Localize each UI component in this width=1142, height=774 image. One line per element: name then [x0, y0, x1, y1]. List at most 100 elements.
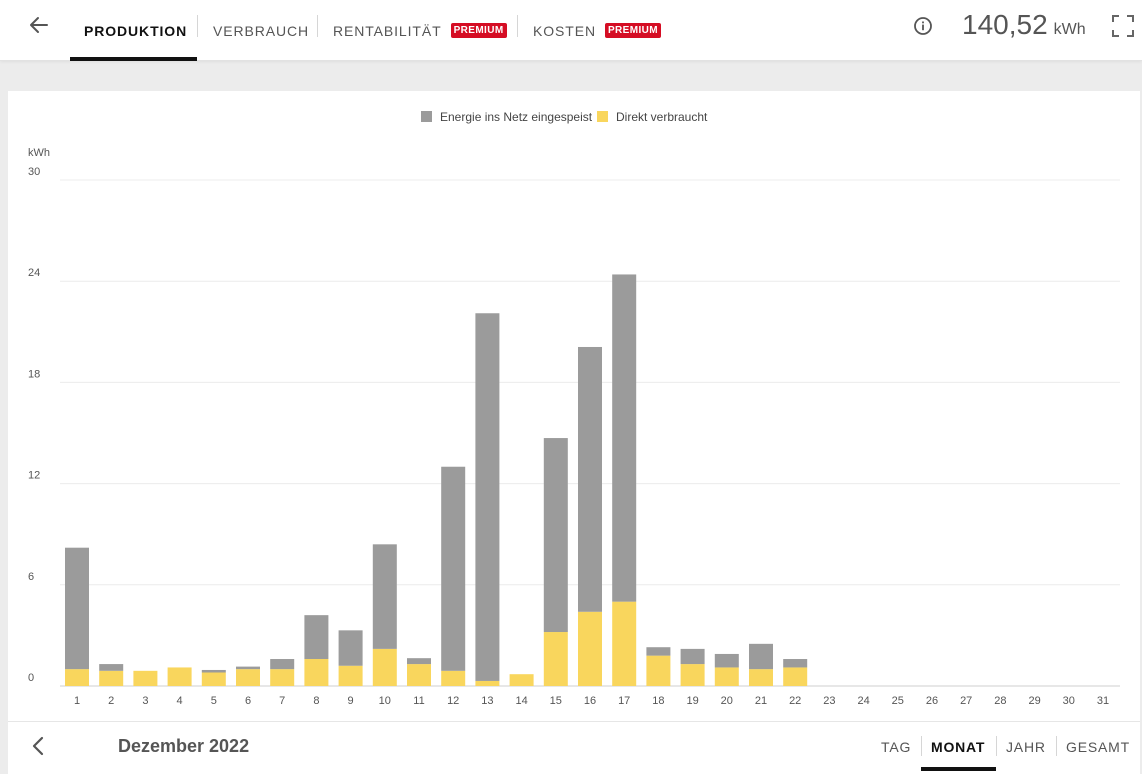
bar-direkt-verbraucht — [201, 672, 226, 686]
x-tick-label: 21 — [755, 695, 767, 707]
x-tick-label: 25 — [892, 695, 904, 707]
x-tick-label: 14 — [515, 695, 527, 707]
y-tick-label: 6 — [28, 571, 34, 583]
bar-direkt-verbraucht — [680, 664, 705, 686]
info-icon[interactable] — [913, 16, 933, 36]
period-tab-monat[interactable]: MONAT — [931, 722, 985, 772]
premium-badge: PREMIUM — [604, 23, 661, 38]
bar-netz-eingespeist — [99, 664, 124, 671]
bar-direkt-verbraucht — [578, 611, 602, 686]
x-tick-label: 17 — [618, 695, 630, 707]
period-bar: Dezember 2022 TAG MONAT JAHR GESAMT — [8, 721, 1140, 774]
active-period-indicator — [921, 767, 996, 771]
period-tab-tag[interactable]: TAG — [881, 722, 911, 772]
arrow-left-icon[interactable] — [24, 10, 54, 40]
x-tick-label: 31 — [1097, 695, 1109, 707]
bar-netz-eingespeist — [270, 659, 295, 670]
chart-card: 0 6 12 18 24 30 kWh Energie ins Netz eingespeis… — [8, 91, 1140, 774]
legend-swatch — [421, 111, 432, 122]
bar-direkt-verbraucht — [783, 667, 808, 686]
x-tick-label: 19 — [686, 695, 698, 707]
tab-verbrauch[interactable]: VERBRAUCH — [213, 0, 309, 61]
bar-netz-eingespeist — [441, 466, 466, 671]
total-unit: kWh — [1053, 21, 1086, 38]
x-tick-label: 23 — [823, 695, 835, 707]
period-tab-label: TAG — [881, 739, 912, 755]
x-tick-label: 7 — [279, 695, 285, 707]
tab-label: KOSTEN — [533, 22, 596, 39]
bar-direkt-verbraucht — [167, 667, 192, 686]
x-tick-label: 11 — [413, 695, 424, 707]
bar-netz-eingespeist — [680, 648, 705, 665]
x-tick-label: 27 — [960, 695, 972, 707]
tab-produktion[interactable]: PRODUKTION — [84, 0, 187, 61]
x-tick-label: 9 — [348, 695, 354, 707]
x-tick-label: 22 — [789, 695, 801, 707]
x-tick-label: 30 — [1063, 695, 1075, 707]
bar-netz-eingespeist — [475, 313, 500, 681]
bar-netz-eingespeist — [543, 438, 568, 633]
bar-netz-eingespeist — [749, 643, 773, 670]
premium-badge: PREMIUM — [450, 23, 507, 38]
bar-direkt-verbraucht — [304, 659, 329, 686]
bar-direkt-verbraucht — [407, 664, 431, 686]
bar-direkt-verbraucht — [509, 674, 534, 686]
bar-netz-eingespeist — [407, 658, 431, 665]
bar-netz-eingespeist — [612, 274, 637, 602]
bar-direkt-verbraucht — [338, 665, 363, 686]
tab-label: PRODUKTION — [84, 22, 188, 39]
period-tab-divider — [1056, 736, 1057, 756]
period-tab-gesamt[interactable]: GESAMT — [1066, 722, 1130, 772]
bar-netz-eingespeist — [372, 544, 397, 649]
total-value: 140,52 — [962, 9, 1048, 40]
period-tab-label: MONAT — [931, 739, 986, 755]
legend-label: Energie ins Netz eingespeist — [440, 110, 593, 124]
x-tick-label: 3 — [142, 695, 148, 707]
legend-swatch — [597, 111, 608, 122]
x-tick-label: 1 — [74, 695, 80, 707]
x-tick-label: 24 — [857, 695, 869, 707]
tab-divider — [197, 15, 198, 37]
x-tick-label: 29 — [1028, 695, 1040, 707]
tab-label: RENTABILITÄT — [333, 22, 442, 39]
x-tick-label: 6 — [245, 695, 251, 707]
bar-netz-eingespeist — [578, 346, 602, 612]
tab-divider — [317, 15, 318, 37]
tab-divider — [517, 15, 518, 37]
bar-direkt-verbraucht — [543, 632, 568, 686]
y-axis-label: kWh — [28, 147, 50, 159]
x-tick-label: 10 — [379, 695, 391, 707]
production-chart: 0612182430kWhEnergie ins Netz eingespeis… — [28, 110, 1120, 707]
x-tick-label: 15 — [550, 695, 562, 707]
bar-direkt-verbraucht — [99, 670, 124, 686]
bar-netz-eingespeist — [65, 547, 89, 670]
bar-direkt-verbraucht — [612, 601, 637, 686]
x-tick-label: 4 — [177, 695, 183, 707]
x-tick-label: 16 — [584, 695, 596, 707]
bar-direkt-verbraucht — [133, 670, 158, 686]
period-tab-divider — [996, 736, 997, 756]
x-tick-label: 26 — [926, 695, 938, 707]
period-tab-jahr[interactable]: JAHR — [1006, 722, 1046, 772]
bar-netz-eingespeist — [646, 647, 671, 656]
y-tick-label: 30 — [28, 166, 40, 178]
bar-direkt-verbraucht — [749, 669, 773, 686]
x-tick-label: 12 — [447, 695, 459, 707]
chevron-left-icon[interactable] — [28, 735, 50, 757]
x-tick-label: 2 — [108, 695, 114, 707]
bar-direkt-verbraucht — [475, 680, 500, 686]
bar-netz-eingespeist — [304, 615, 329, 660]
y-tick-label: 24 — [28, 267, 40, 279]
bar-direkt-verbraucht — [236, 669, 260, 686]
bar-direkt-verbraucht — [714, 667, 739, 686]
total-production: 140,52 kWh — [962, 9, 1086, 43]
tab-label: VERBRAUCH — [213, 22, 310, 39]
x-tick-label: 5 — [211, 695, 217, 707]
bar-netz-eingespeist — [783, 659, 808, 668]
top-bar: PRODUKTION VERBRAUCH RENTABILITÄT PREMIU… — [0, 0, 1142, 61]
bar-direkt-verbraucht — [441, 670, 466, 686]
tab-kosten[interactable]: KOSTEN PREMIUM — [533, 0, 661, 61]
period-tab-divider — [921, 736, 922, 756]
tab-rentabilitaet[interactable]: RENTABILITÄT PREMIUM — [333, 0, 507, 61]
fullscreen-icon[interactable] — [1111, 14, 1135, 38]
